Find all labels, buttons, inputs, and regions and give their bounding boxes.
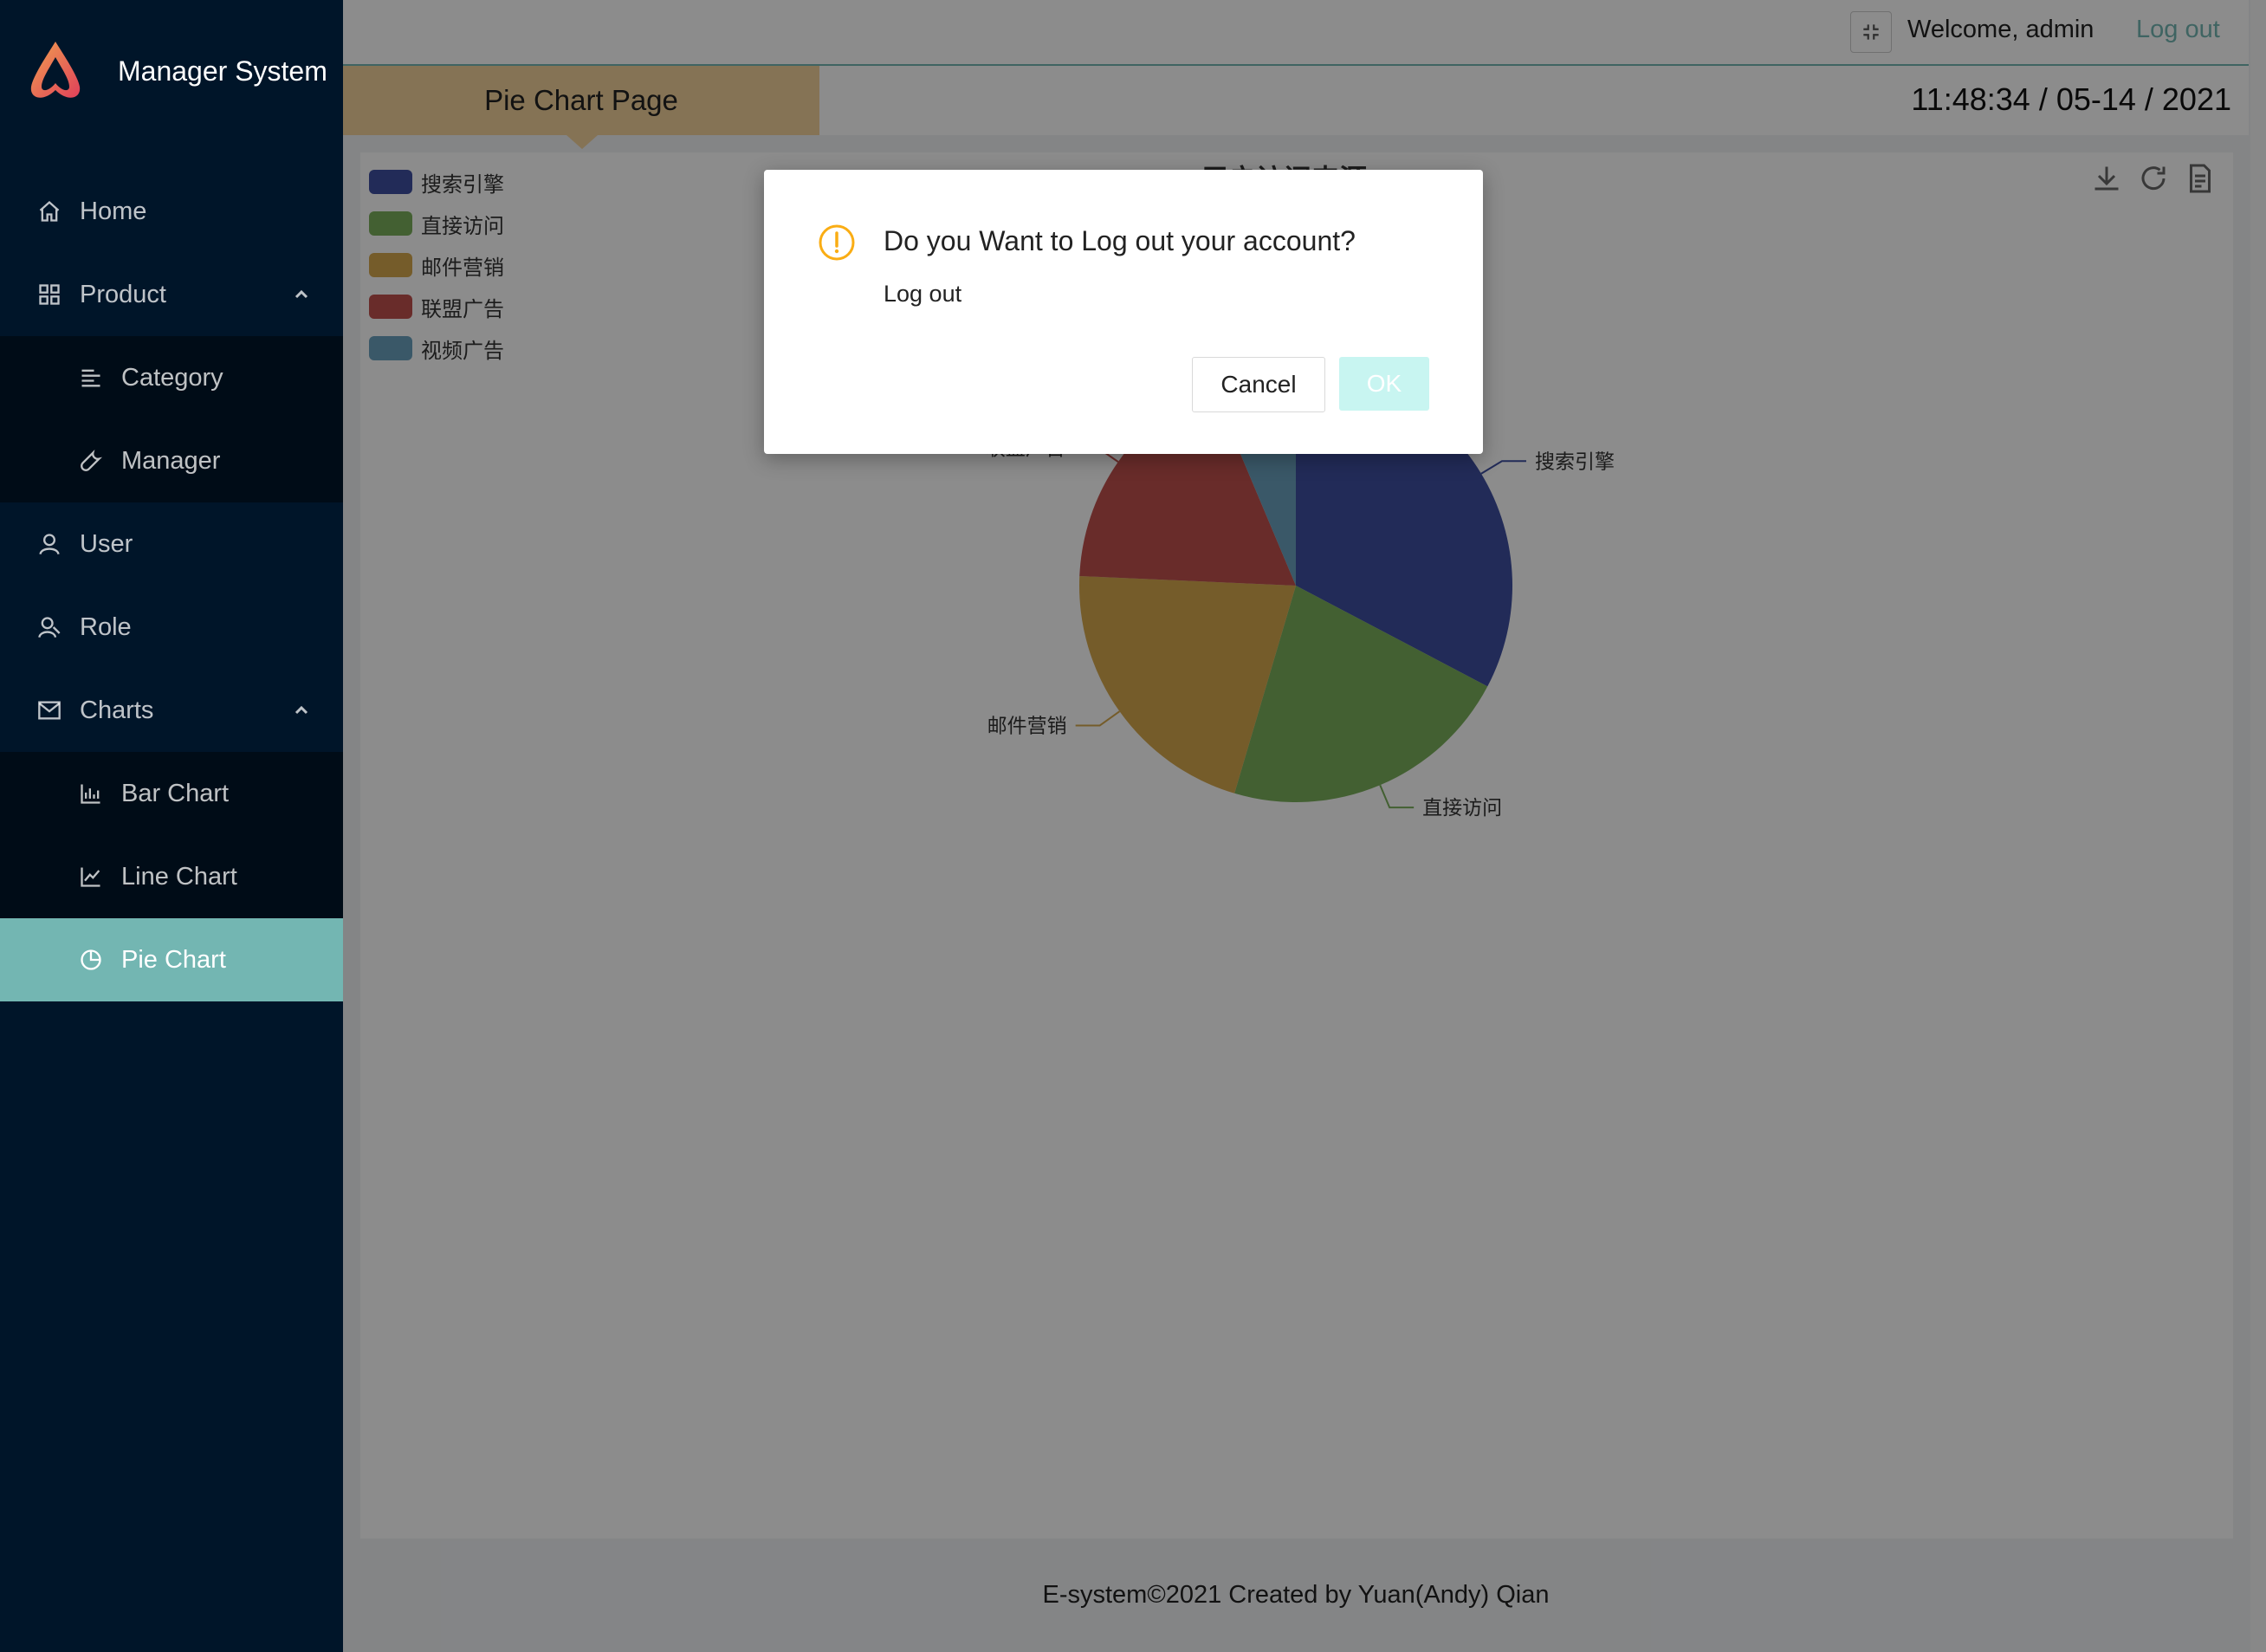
ok-button[interactable]: OK: [1339, 357, 1429, 411]
sidebar-mask: [0, 0, 343, 1652]
logout-confirm-dialog: Do you Want to Log out your account? Log…: [764, 170, 1483, 454]
modal-title: Do you Want to Log out your account?: [884, 225, 1356, 256]
warning-icon: [819, 224, 855, 261]
cancel-button[interactable]: Cancel: [1192, 357, 1325, 412]
modal-content: Log out: [884, 281, 962, 307]
